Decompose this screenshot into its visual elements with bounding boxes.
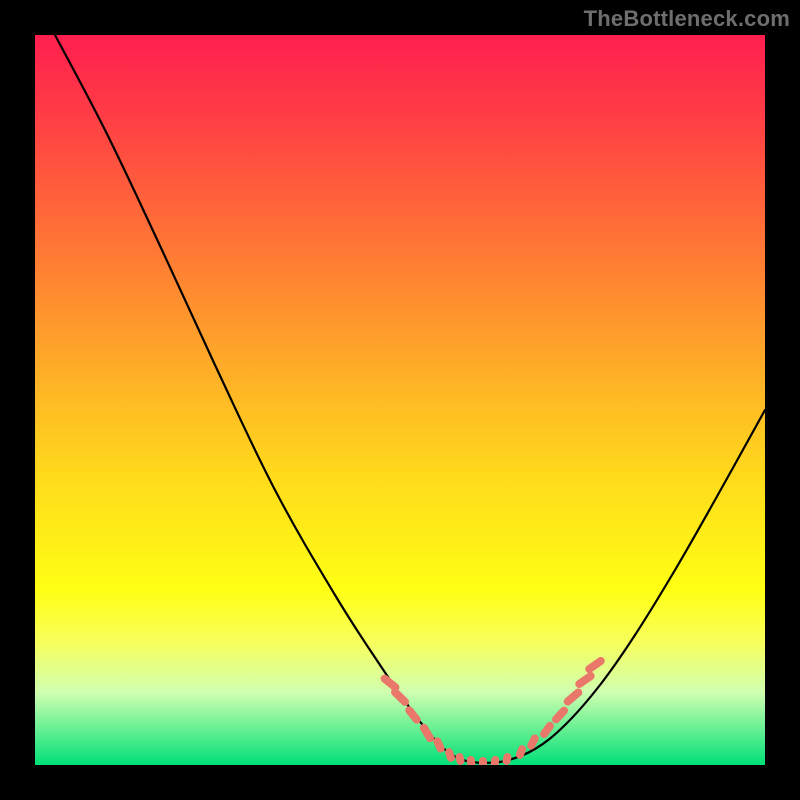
marker-dot xyxy=(574,670,597,689)
marker-dot xyxy=(389,686,410,707)
marker-dot xyxy=(502,752,513,765)
watermark-text: TheBottleneck.com xyxy=(584,6,790,32)
right-curve xyxy=(480,410,765,763)
marker-dot xyxy=(404,705,423,726)
marker-dot xyxy=(479,757,487,765)
chart-frame: TheBottleneck.com xyxy=(0,0,800,800)
marker-dot xyxy=(418,722,435,743)
curve-layer xyxy=(35,35,765,765)
marker-dot xyxy=(455,752,465,765)
marker-dot xyxy=(466,756,475,765)
marker-dot xyxy=(490,756,499,765)
marker-dot xyxy=(584,655,607,674)
marker-dot xyxy=(562,687,584,707)
plot-area xyxy=(35,35,765,765)
left-curve xyxy=(55,35,480,763)
